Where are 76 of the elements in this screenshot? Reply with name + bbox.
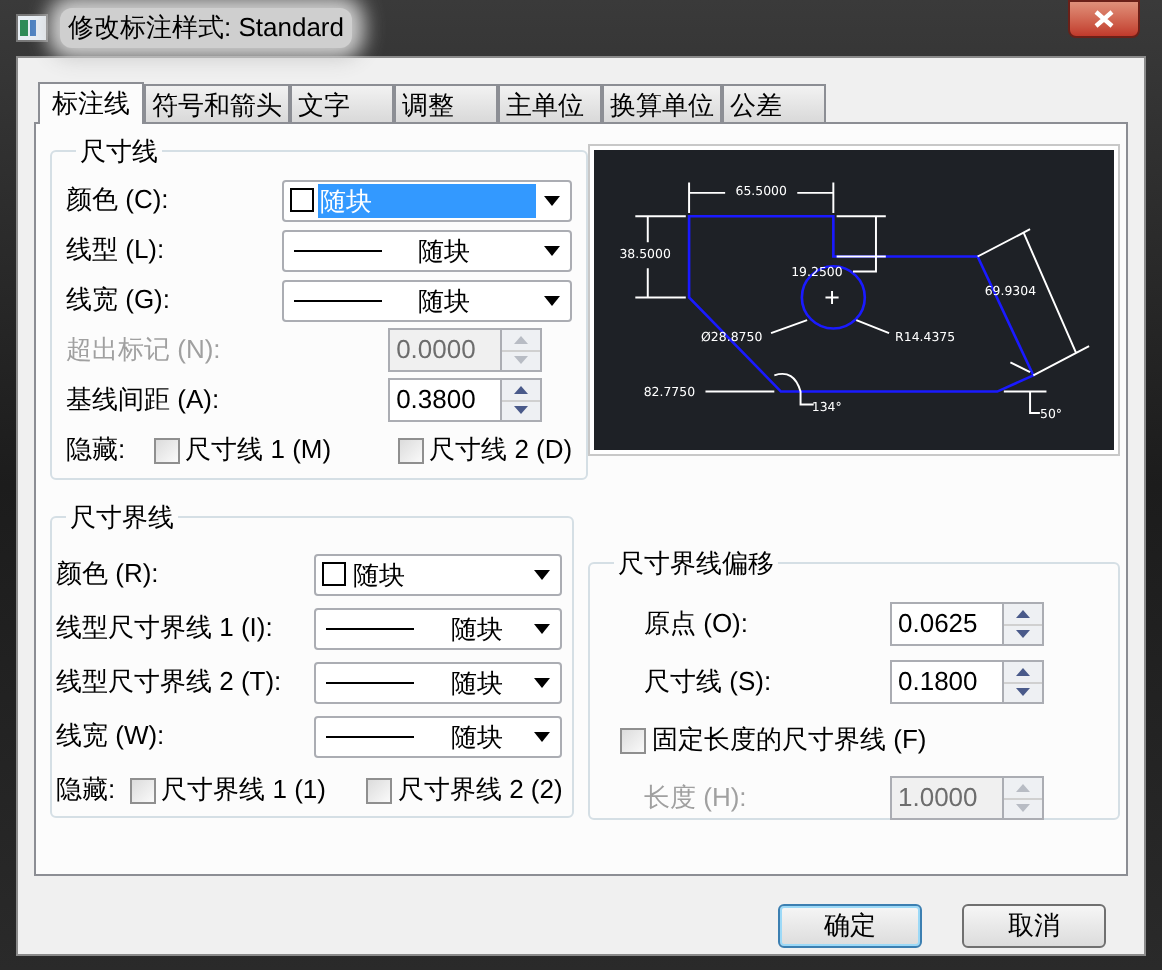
caret-icon <box>544 295 561 305</box>
linetype-dropdown[interactable]: 随块 <box>282 229 573 271</box>
field-label: 尺寸线 (S): <box>644 664 772 701</box>
dialog-button[interactable]: 确定 <box>778 904 922 948</box>
checkbox-label: 尺寸界线 2 (2) <box>397 772 563 809</box>
checkbox[interactable] <box>153 437 180 463</box>
down-arrow-icon <box>1016 688 1030 697</box>
line-sample-icon <box>326 627 415 629</box>
caret-icon <box>544 245 561 255</box>
group-title: 尺寸线 <box>78 134 160 170</box>
field-label: 长度 (H): <box>644 780 747 817</box>
field-label: 基线间距 (A): <box>66 382 220 419</box>
tab[interactable]: 换算单位 <box>602 84 722 122</box>
number-field[interactable]: 0.3800 <box>388 378 501 422</box>
field-label: 超出标记 (N): <box>66 332 221 369</box>
checkbox-label: 尺寸界线 1 (1) <box>161 772 326 809</box>
field-label: 线型尺寸界线 2 (T): <box>56 664 282 701</box>
spin-up-button[interactable] <box>1004 662 1042 683</box>
checkbox[interactable] <box>365 777 392 803</box>
down-arrow-icon <box>514 356 529 365</box>
field-label: 隐藏: <box>66 432 126 469</box>
field-label: 线型 (L): <box>66 232 165 269</box>
color-swatch-icon <box>322 562 347 586</box>
checkbox[interactable] <box>397 437 424 463</box>
line-sample-icon <box>326 681 415 683</box>
down-arrow-icon <box>1016 630 1030 639</box>
up-arrow-icon <box>1016 783 1030 792</box>
tab[interactable]: 主单位 <box>498 84 602 122</box>
checkbox-label: 尺寸线 2 (D) <box>429 432 573 469</box>
caret-icon <box>534 677 551 687</box>
field-label: 原点 (O): <box>644 606 748 643</box>
caret-icon <box>534 623 551 633</box>
dialog-button[interactable]: 取消 <box>962 904 1106 948</box>
up-arrow-icon <box>1016 667 1030 676</box>
app-icon <box>16 14 48 42</box>
caret-icon <box>534 569 551 579</box>
down-arrow-icon <box>514 406 529 415</box>
close-button[interactable] <box>1068 0 1140 38</box>
number-field[interactable]: 0.1800 <box>890 660 1002 704</box>
down-arrow-icon <box>1016 804 1030 813</box>
group-title: 尺寸界线 <box>68 500 176 536</box>
tab[interactable]: 调整 <box>394 84 498 122</box>
linetype-dropdown[interactable]: 随块 <box>314 661 563 703</box>
up-arrow-icon <box>514 385 529 394</box>
window-title: 修改标注样式: Standard <box>60 8 352 48</box>
spin-up-button[interactable] <box>1004 604 1042 625</box>
tab[interactable]: 符号和箭头 <box>144 84 290 122</box>
number-field[interactable]: 0.0625 <box>890 602 1002 646</box>
field-label: 颜色 (R): <box>56 556 159 593</box>
tab[interactable]: 公差 <box>722 84 826 122</box>
up-arrow-icon <box>1016 609 1030 618</box>
caret-icon <box>534 731 551 741</box>
field-label: 隐藏: <box>56 772 116 809</box>
field-label: 线宽 (G): <box>66 282 170 319</box>
linetype-dropdown[interactable]: 随块 <box>314 607 563 649</box>
group-title: 尺寸界线偏移 <box>616 546 776 582</box>
checkbox-label: 尺寸线 1 (M) <box>185 432 332 469</box>
caret-icon <box>544 195 561 205</box>
checkbox[interactable] <box>129 777 156 803</box>
line-sample-icon <box>294 299 383 301</box>
field-label: 颜色 (C): <box>66 182 169 219</box>
field-label: 线宽 (W): <box>56 718 165 755</box>
linetype-dropdown[interactable]: 随块 <box>282 279 573 321</box>
checkbox[interactable] <box>620 727 646 753</box>
line-sample-icon <box>294 249 383 251</box>
line-sample-icon <box>326 735 415 737</box>
tab[interactable]: 文字 <box>290 84 394 122</box>
color-swatch-icon <box>290 188 315 212</box>
spin-up-button[interactable] <box>502 380 541 401</box>
up-arrow-icon <box>514 335 529 344</box>
tab[interactable]: 标注线 <box>38 82 144 124</box>
color-dropdown[interactable]: 随块 <box>314 553 563 595</box>
checkbox-label: 固定长度的尺寸界线 (F) <box>652 722 927 759</box>
field-label: 线型尺寸界线 1 (I): <box>56 610 273 647</box>
close-icon <box>1094 10 1114 28</box>
linetype-dropdown[interactable]: 随块 <box>314 715 563 757</box>
